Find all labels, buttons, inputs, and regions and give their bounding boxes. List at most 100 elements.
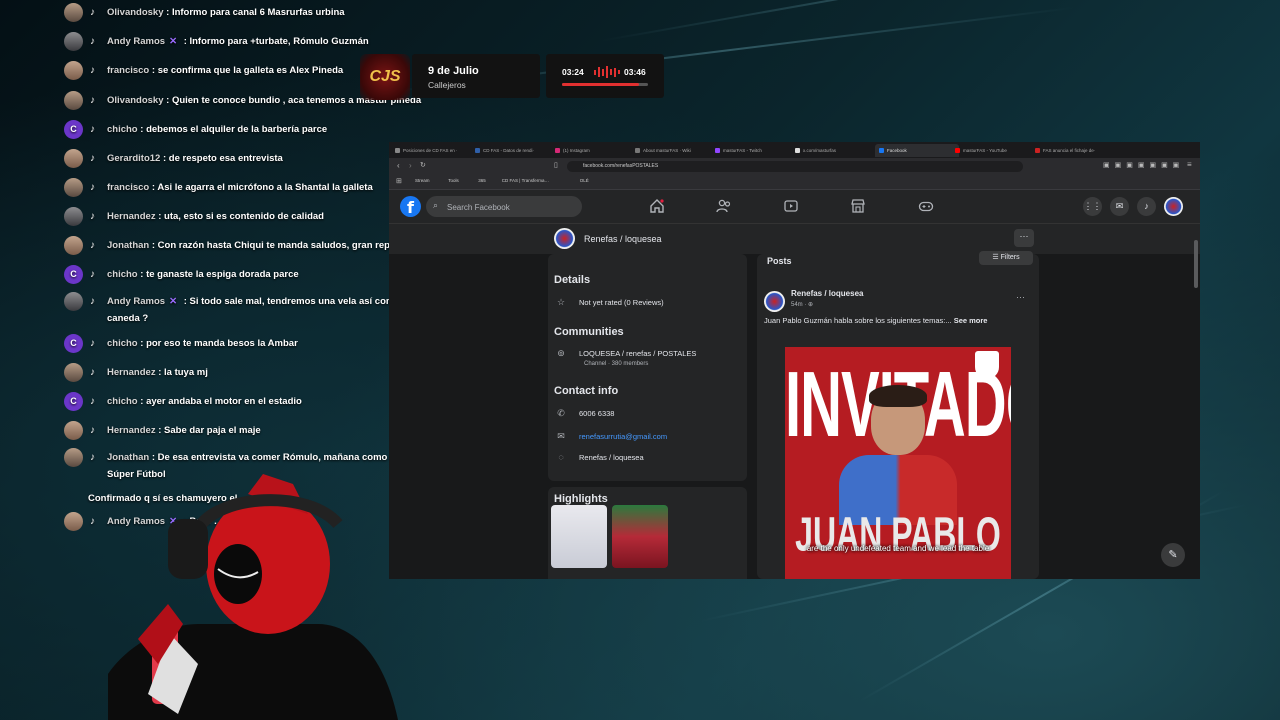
- community-row[interactable]: ⊚ LOQUESEA / renefas / POSTALES: [554, 348, 696, 359]
- tab-label: FAS anuncia el fichaje de·: [1043, 148, 1096, 153]
- chat-username: Hernandez: [107, 211, 156, 222]
- tiktok-icon: ♪: [90, 516, 95, 527]
- player-hair: [869, 385, 927, 407]
- new-message-button[interactable]: ✎: [1161, 543, 1185, 567]
- chat-username: Jonathan: [107, 240, 150, 251]
- tab-label: masturFAS - YouTube: [963, 148, 1007, 153]
- chat-username: francisco: [107, 65, 150, 76]
- date-subtitle: Callejeros: [428, 80, 466, 90]
- audio-panel: 03:24 03:46: [546, 54, 664, 98]
- browser-tab[interactable]: FAS anuncia el fichaje de·: [1035, 144, 1111, 157]
- details-card: Details ☆ Not yet rated (0 Reviews) Commu…: [548, 254, 747, 481]
- post-author-avatar[interactable]: [764, 291, 785, 312]
- messenger-row[interactable]: ◌ Renefas / loquesea: [554, 452, 643, 462]
- chat-username: Hernandez: [107, 425, 156, 436]
- browser-tab[interactable]: masturFAS - Twitch: [715, 144, 791, 157]
- post-text: Juan Pablo Guzmán habla sobre los siguie…: [764, 316, 988, 325]
- chat-message-text: : debemos el alquiler de la barbería par…: [140, 124, 328, 135]
- friends-icon[interactable]: [716, 198, 732, 214]
- chat-avatar: [64, 178, 83, 197]
- chat-avatar: [64, 61, 83, 80]
- chat-avatar: [64, 91, 83, 110]
- scrollbar[interactable]: [1194, 240, 1198, 288]
- chat-avatar: [64, 149, 83, 168]
- bookmark-item[interactable]: Stream: [415, 178, 430, 183]
- highlight-thumbnail[interactable]: [612, 505, 668, 568]
- browser-tab[interactable]: (1) Instagram: [555, 144, 631, 157]
- tiktok-icon: ♪: [90, 153, 95, 164]
- bookmark-item[interactable]: Tools: [448, 178, 459, 183]
- chat-avatar: [64, 292, 83, 311]
- tab-favicon-icon: [795, 148, 800, 154]
- post-author[interactable]: Renefas / loquesea: [791, 289, 863, 298]
- browser-tab[interactable]: Posiciones de CD FAS en ·: [395, 144, 471, 157]
- posts-column: Posts ☰ Filters Renefas / loquesea 54m ·…: [757, 251, 1039, 579]
- chat-badge: ✕: [169, 296, 178, 307]
- phone-row: ✆ 6006 6338: [554, 408, 614, 419]
- search-icon: ⌕: [433, 200, 439, 210]
- communities-heading: Communities: [554, 326, 624, 338]
- back-icon[interactable]: ‹: [397, 161, 400, 170]
- tab-label: About masturFAS · Wiki: [643, 148, 691, 153]
- club-crest: [975, 351, 999, 379]
- reload-icon[interactable]: ↻: [420, 161, 426, 169]
- profile-avatar[interactable]: [1164, 197, 1183, 216]
- bookmark-item[interactable]: 365: [478, 178, 486, 183]
- page-name[interactable]: Renefas / loquesea: [584, 234, 662, 244]
- chat-avatar: [64, 512, 83, 531]
- chat-avatar: C: [64, 392, 83, 411]
- bookmark-icon[interactable]: ▯: [554, 161, 558, 169]
- browser-tab[interactable]: CD FAS - Datos de rendi·: [475, 144, 551, 157]
- browser-tab[interactable]: Facebook: [875, 144, 959, 157]
- date-panel: 9 de Julio Callejeros: [412, 54, 540, 98]
- chat-message-text: : la tuya mj: [158, 367, 208, 378]
- tiktok-icon: ♪: [90, 95, 95, 106]
- facebook-search[interactable]: ⌕: [426, 196, 582, 217]
- address-bar[interactable]: facebook.com/renefasPOSTALES: [567, 161, 1023, 172]
- page-header: Renefas / loquesea ···: [389, 224, 1200, 254]
- menu-grid-icon[interactable]: ⋮⋮: [1083, 197, 1102, 216]
- filters-button[interactable]: ☰ Filters: [979, 251, 1033, 265]
- video-icon[interactable]: [783, 198, 799, 214]
- browser-tab[interactable]: masturFAS - YouTube: [955, 144, 1031, 157]
- page-more-button[interactable]: ···: [1014, 229, 1034, 247]
- email-row[interactable]: ✉ renefasurrutia@gmail.com: [554, 431, 667, 442]
- apps-icon[interactable]: ⊞: [396, 177, 402, 185]
- chat-message-text: : Asi le agarra el micrófono a la Shanta…: [151, 182, 373, 193]
- star-icon: ☆: [556, 297, 566, 307]
- chat-username: Olivandosky: [107, 7, 164, 18]
- messenger-icon[interactable]: ✉: [1110, 197, 1129, 216]
- intro-column: Details ☆ Not yet rated (0 Reviews) Commu…: [548, 254, 747, 579]
- tab-favicon-icon: [555, 148, 560, 154]
- browser-menu-icon[interactable]: ≡: [1187, 160, 1192, 169]
- chat-username: Gerardito12: [107, 153, 161, 164]
- tiktok-icon: ♪: [90, 269, 95, 280]
- tiktok-icon: ♪: [90, 36, 95, 47]
- chat-username: Jonathan: [107, 452, 150, 463]
- gaming-icon[interactable]: [918, 198, 934, 214]
- posts-heading: Posts: [767, 256, 792, 266]
- page-avatar[interactable]: [554, 228, 575, 249]
- post-options-button[interactable]: ···: [1016, 292, 1025, 302]
- bookmark-item[interactable]: CD FAS | Transferma…: [502, 178, 549, 183]
- chat-username: francisco: [107, 182, 150, 193]
- browser-tab[interactable]: x.com/masturfas: [795, 144, 871, 157]
- home-icon[interactable]: [649, 198, 665, 214]
- extensions-icon[interactable]: ▣▣▣▣▣▣▣: [1103, 161, 1184, 169]
- tab-favicon-icon: [879, 148, 884, 154]
- chat-message-text: : se confirma que la galleta es Alex Pin…: [151, 65, 344, 76]
- forward-icon[interactable]: ›: [409, 161, 412, 170]
- see-more-link[interactable]: See more: [954, 316, 988, 325]
- search-input[interactable]: [445, 199, 579, 215]
- highlight-thumbnail[interactable]: [551, 505, 607, 568]
- chat-username: Olivandosky: [107, 95, 164, 106]
- facebook-logo-icon[interactable]: f: [400, 196, 421, 217]
- browser-tab[interactable]: About masturFAS · Wiki: [635, 144, 711, 157]
- bookmark-item[interactable]: OLÉ: [580, 178, 589, 183]
- chat-message-text: : Sabe dar paja el maje: [158, 425, 261, 436]
- video-caption: are the only undefeated team and we lead…: [806, 544, 990, 553]
- post-timestamp[interactable]: 54m · ⊕: [791, 301, 813, 308]
- notifications-icon[interactable]: ♪: [1137, 197, 1156, 216]
- browser-window: Posiciones de CD FAS en · CD FAS - Datos …: [389, 142, 1200, 579]
- marketplace-icon[interactable]: [850, 198, 866, 214]
